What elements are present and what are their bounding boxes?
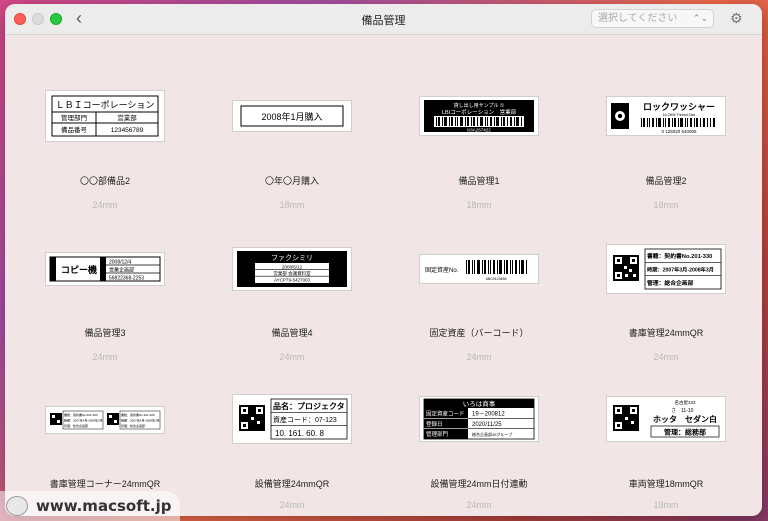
label-preview[interactable]: 固定資産No. ABC0123456: [419, 254, 539, 284]
label-preview[interactable]: コピー機 2008/12/4 営業企画部 56822368-2253: [45, 252, 165, 286]
label-size: 18mm: [279, 200, 305, 210]
label-preview[interactable]: 貸し出し用サンプル ① LBIコーポレーション 営業部 K8A267422: [419, 96, 539, 136]
label-size: 24mm: [466, 352, 492, 362]
preview-dept: 管理：総務部: [664, 428, 706, 437]
label-grid: ＬＢＩコーポレーション 管理部門 営業部 備品番号 123456789 〇〇部備…: [5, 34, 762, 516]
label-preview[interactable]: 書籍：契約書No.201-330 時期：2007年3月-2008年3月 管理：総…: [606, 244, 726, 294]
preview-line: 品名：プロジェクタ: [273, 401, 345, 411]
preview-line: 2008/6/12: [282, 265, 303, 270]
chevron-updown-icon: ⌃⌄: [692, 13, 708, 23]
label-name: 固定資産（バーコード）: [429, 328, 529, 338]
label-size: 24mm: [92, 352, 118, 362]
label-preview[interactable]: ＬＢＩコーポレーション 管理部門 営業部 備品番号 123456789: [45, 90, 165, 142]
preview-code: ABC0123456: [486, 277, 507, 281]
preview-key: 管理部門: [61, 113, 87, 122]
label-name: 書庫管理24mmQR: [628, 328, 704, 338]
preview-line: 2008/12/4: [109, 260, 131, 266]
site-watermark: www.macsoft.jp: [0, 491, 180, 521]
mascot-logo-icon: [6, 496, 28, 516]
label-name: 設備管理24mmQR: [254, 479, 330, 489]
label-size: 24mm: [92, 200, 118, 210]
preview-value: 営業部: [117, 113, 137, 122]
preview-line: 管理：総合企画部: [64, 423, 88, 428]
label-name: 〇〇部備品2: [79, 176, 130, 186]
label-preview[interactable]: いろは商事 固定資産コード 登録日 管理部門 19－200812 2020/11…: [419, 396, 539, 442]
label-preview[interactable]: 2008年1月購入: [232, 100, 352, 132]
preview-title: ＬＢＩコーポレーション: [56, 100, 155, 111]
preview-text: 2008年1月購入: [261, 111, 322, 122]
preview-key: 固定資産コード: [426, 410, 465, 418]
label-size: 24mm: [653, 352, 679, 362]
preview-title: ロックワッシャー: [643, 102, 715, 112]
preview-key: 備品番号: [61, 125, 88, 134]
gear-icon[interactable]: ⚙: [730, 10, 743, 26]
preview-code: 0 125020 540005: [661, 129, 697, 134]
preview-sub: 16-3HW Thread Size: [663, 113, 696, 117]
label-preview[interactable]: 品名：プロジェクタ 資産コード：07-123 10. 161. 60. 8: [232, 394, 352, 444]
template-select[interactable]: 選択してください ⌃⌄: [591, 9, 714, 28]
label-size: 18mm: [653, 500, 679, 510]
preview-label: 固定資産No.: [425, 266, 459, 274]
label-name: 車両管理18mmQR: [628, 479, 704, 489]
preview-head: ファクシミリ: [271, 254, 313, 262]
preview-head: いろは商事: [463, 399, 496, 408]
label-preview[interactable]: ファクシミリ 2008/6/12 営業部 会議資料室 AYCP79-542700…: [232, 247, 352, 291]
label-name: 備品管理3: [84, 328, 126, 338]
label-preview[interactable]: 名古屋333 さ 11-10 ホッタ セダン白 管理：総務部: [606, 396, 726, 442]
preview-line: 書籍：契約書No.201-300: [121, 412, 155, 417]
preview-line: 書籍：契約書No.201-330: [647, 252, 712, 260]
preview-company: LBIコーポレーション 営業部: [442, 108, 517, 116]
preview-line: 時期：2007年3月-2008年3月: [647, 266, 714, 274]
preview-key: 管理部門: [426, 430, 449, 438]
preview-top: 名古屋333: [674, 399, 696, 406]
label-name: 〇年〇月購入: [264, 176, 319, 186]
label-preview[interactable]: 書籍：契約書No.201-300 時期：2007年4月-2008年3月 管理：総…: [45, 406, 165, 434]
preview-line: 資産コード：07-123: [273, 415, 337, 424]
label-size: 18mm: [653, 200, 679, 210]
preview-line: 管理：総合企画部: [121, 423, 145, 428]
preview-mid: さ 11-10: [671, 407, 694, 414]
preview-line: 時期：2007年4月-2008年3月: [121, 418, 160, 423]
label-size: 18mm: [466, 200, 492, 210]
preview-value: 2020/11/25: [472, 422, 502, 428]
preview-main: コピー機: [61, 264, 97, 275]
label-size: 24mm: [279, 500, 305, 510]
preview-value: 総合企画部45グループ: [472, 431, 512, 437]
label-name: 備品管理1: [458, 176, 500, 186]
label-name: 備品管理2: [645, 176, 687, 186]
titlebar: ‹ 備品管理 選択してください ⌃⌄ ⚙: [5, 4, 762, 35]
label-name: 書庫管理コーナー24mmQR: [49, 479, 161, 489]
label-name: 設備管理24mm日付連動: [430, 479, 528, 489]
preview-value: 19－200812: [472, 412, 505, 418]
preview-line: 管理：総合企画部: [647, 279, 694, 287]
preview-line: 営業企画部: [109, 267, 134, 274]
preview-line: 56822368-2253: [109, 276, 144, 282]
preview-name: ホッタ セダン白: [653, 414, 717, 424]
label-size: 24mm: [466, 500, 492, 510]
watermark-text: www.macsoft.jp: [36, 497, 172, 515]
label-name: 備品管理4: [271, 328, 313, 338]
label-preview[interactable]: ロックワッシャー 16-3HW Thread Size 0 125020 540…: [606, 96, 726, 136]
preview-line: 時期：2007年4月-2008年3月: [64, 418, 103, 423]
app-window: ‹ 備品管理 選択してください ⌃⌄ ⚙ ＬＢＩコーポレーション 管理部門 営業…: [5, 4, 762, 516]
preview-line: 10. 161. 60. 8: [275, 429, 324, 438]
select-placeholder: 選択してください: [598, 13, 678, 24]
label-size: 24mm: [279, 352, 305, 362]
preview-line: AYCP79-5427003: [274, 278, 310, 283]
preview-code: K8A267422: [467, 128, 491, 133]
preview-key: 登録日: [426, 420, 443, 428]
preview-top: 貸し出し用サンプル ①: [454, 102, 505, 109]
preview-line: 営業部 会議資料室: [273, 270, 311, 277]
preview-line: 書籍：契約書No.201-300: [64, 412, 98, 417]
preview-value: 123456789: [111, 127, 144, 134]
